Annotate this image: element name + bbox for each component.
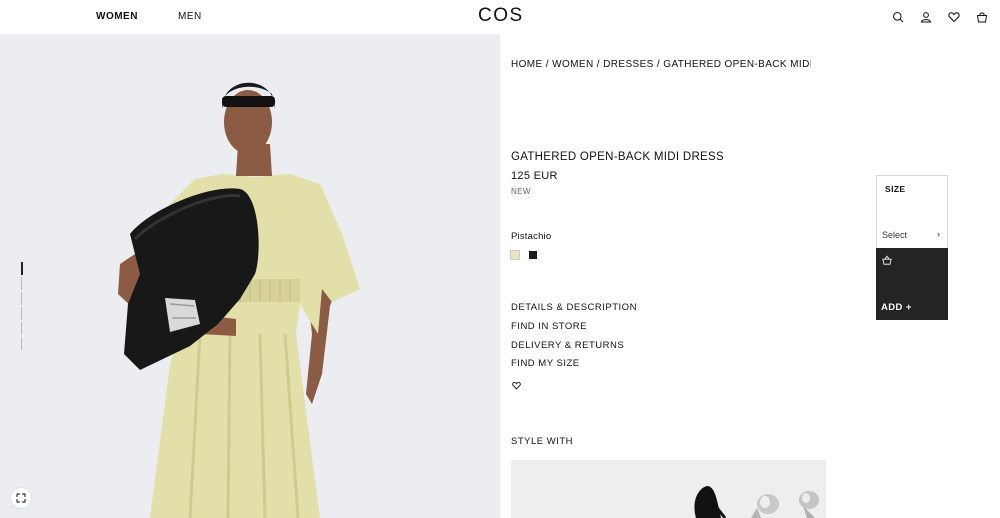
breadcrumb-home[interactable]: HOME [511,59,543,70]
style-with-heading: STYLE WITH [511,436,574,447]
site-header: WOMEN MEN COS [0,0,1000,34]
accessories-photo [694,486,819,518]
gallery-dot[interactable] [21,307,22,320]
delivery-returns-link[interactable]: DELIVERY & RETURNS [511,340,624,351]
gallery-dot[interactable] [21,322,22,335]
nav-men[interactable]: MEN [178,11,202,22]
basket-icon [882,255,892,265]
search-icon[interactable] [892,11,904,23]
product-price: 125 EUR [511,170,558,182]
size-select-value: Select [882,230,908,240]
heart-icon[interactable] [512,377,521,390]
breadcrumb-separator: / [653,59,664,70]
product-image[interactable] [0,34,500,518]
bag-icon[interactable] [976,11,988,23]
size-panel: SIZE Select › ADD + [876,175,948,320]
breadcrumb-women[interactable]: WOMEN [552,59,593,70]
color-name: Pistachio [511,231,552,242]
gallery-dot[interactable] [21,277,22,290]
find-my-size-link[interactable]: FIND MY SIZE [511,358,580,369]
details-description-link[interactable]: DETAILS & DESCRIPTION [511,302,637,313]
swatch-black[interactable] [529,251,537,259]
product-title: GATHERED OPEN-BACK MIDI DRESS [511,151,724,163]
chevron-right-icon: › [937,229,940,239]
find-in-store-link[interactable]: FIND IN STORE [511,321,587,332]
gallery-dot-active[interactable] [21,262,23,275]
breadcrumb-dresses[interactable]: DRESSES [603,59,654,70]
style-with-image[interactable] [511,460,826,518]
size-label: SIZE [885,184,906,194]
swatch-pistachio[interactable] [510,250,520,260]
size-select[interactable]: Select › [877,226,947,248]
wishlist-icon[interactable] [948,11,960,23]
account-icon[interactable] [920,11,932,23]
gallery-indicator[interactable] [21,262,23,382]
breadcrumb-separator: / [593,59,604,70]
logo[interactable]: COS [478,5,524,27]
add-button-label: ADD + [881,302,912,313]
model-photo [118,82,360,518]
nav-women[interactable]: WOMEN [96,11,138,22]
breadcrumb-current: GATHERED OPEN-BACK MIDI DRESS [663,59,811,70]
gallery-dot[interactable] [21,337,22,350]
breadcrumb-separator: / [542,59,553,70]
new-badge: NEW [511,187,531,196]
gallery-dot[interactable] [21,292,22,305]
expand-icon[interactable] [11,488,31,508]
add-to-bag-button[interactable]: ADD + [876,248,948,320]
breadcrumb: HOME / WOMEN / DRESSES / GATHERED OPEN-B… [511,59,811,70]
